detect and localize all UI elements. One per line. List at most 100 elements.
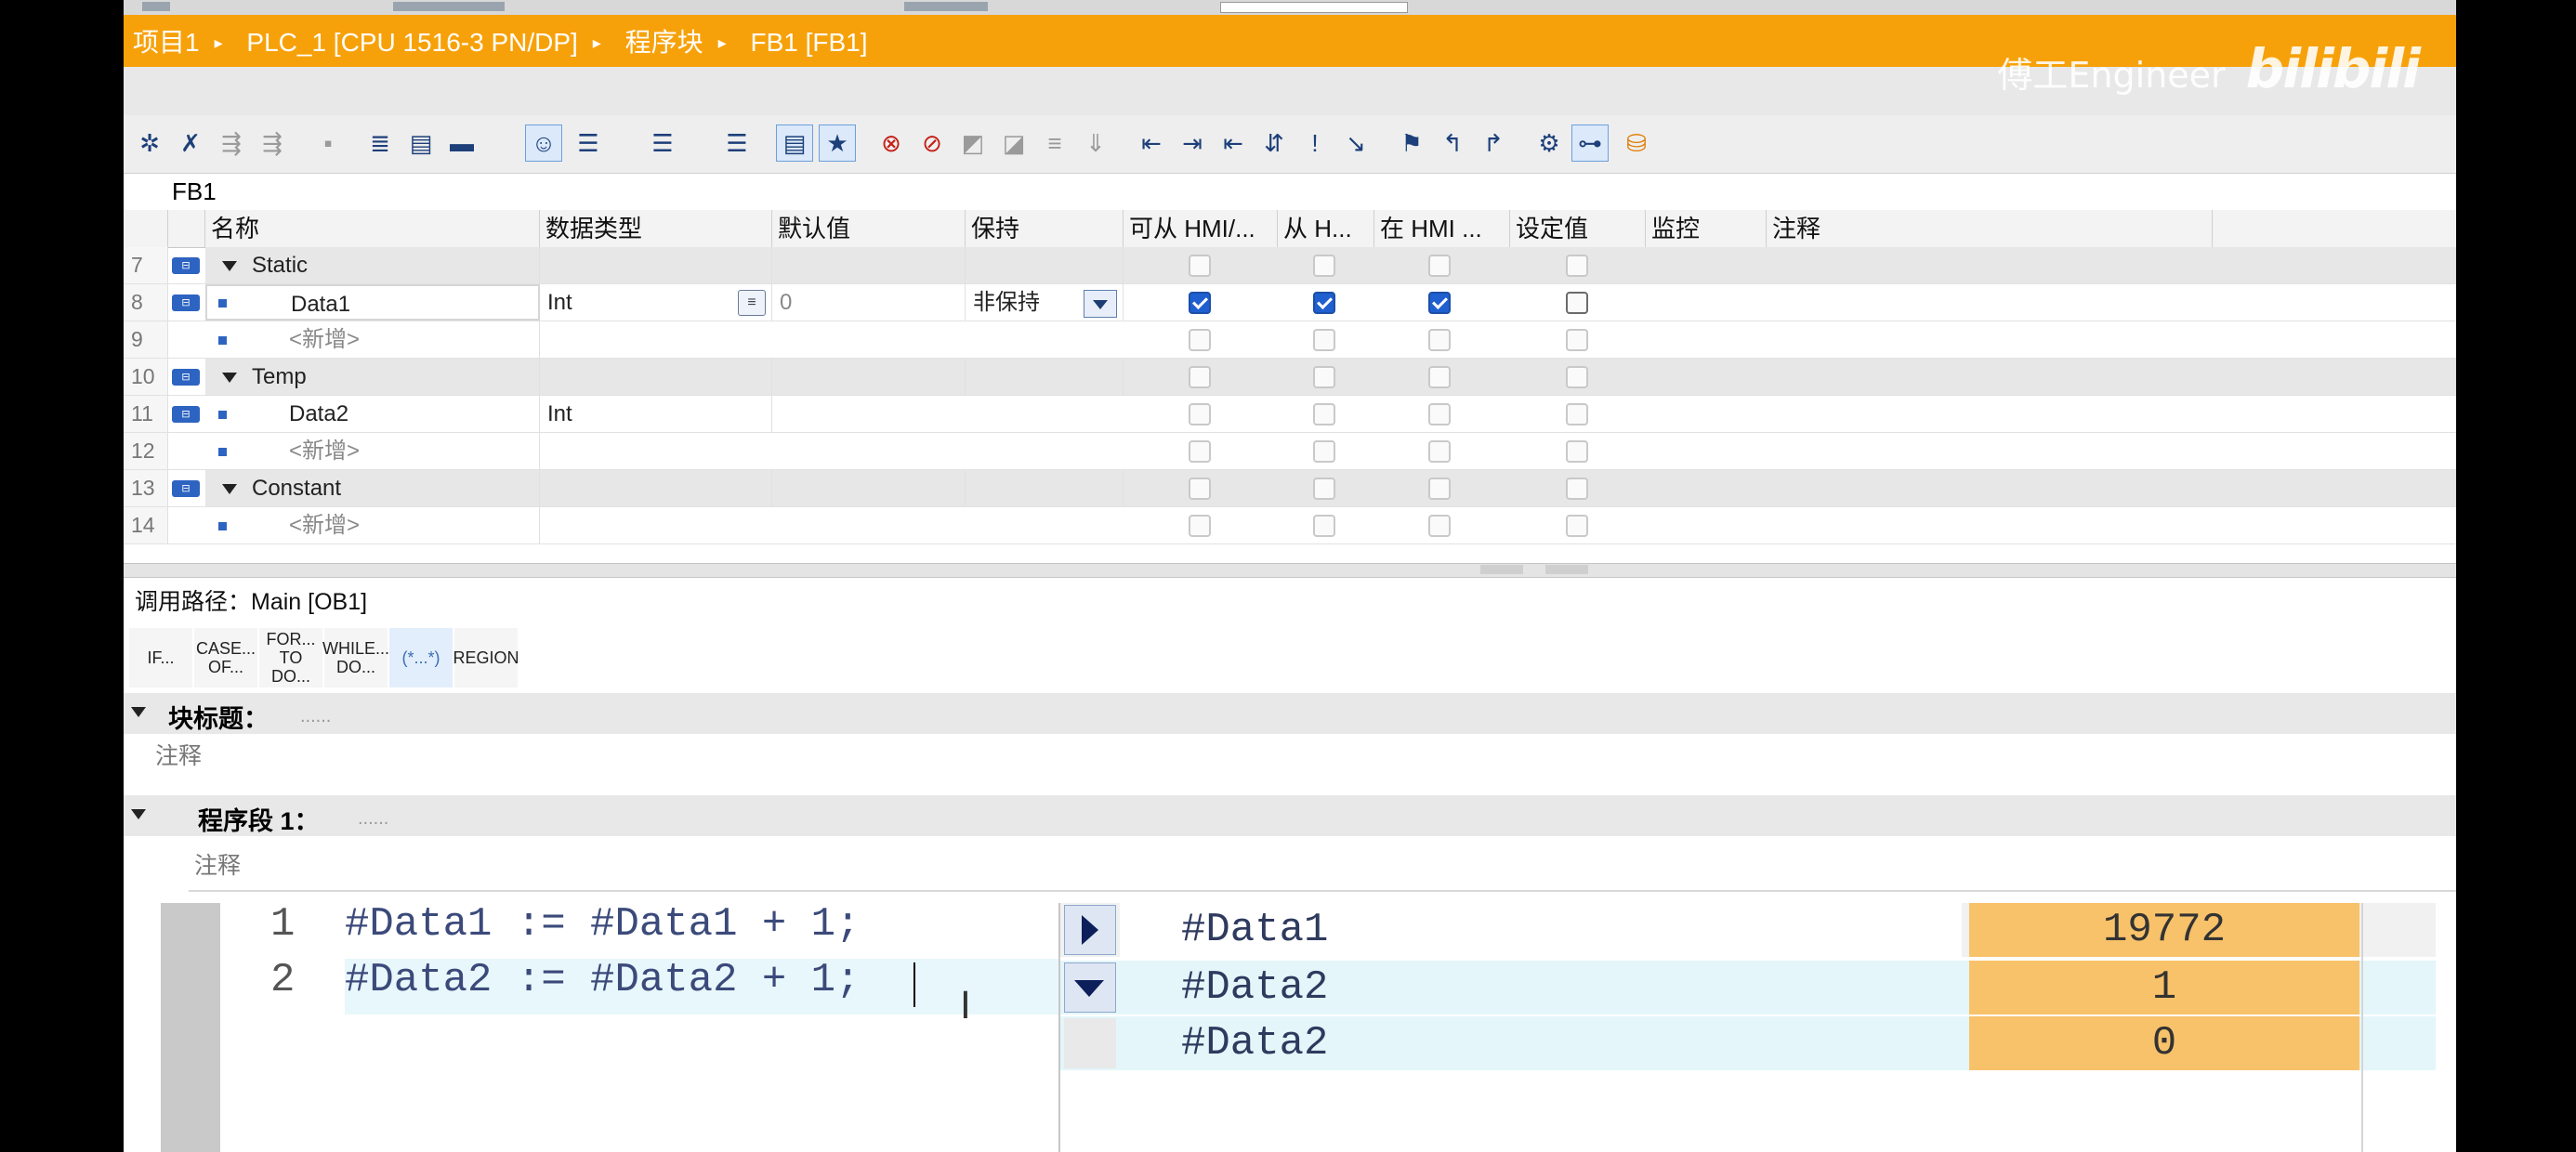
breadcrumb-item-project[interactable]: 项目1 (133, 28, 200, 57)
step-over-icon[interactable]: ⇓ (1077, 124, 1114, 162)
abs-display-icon[interactable]: ▤ (776, 124, 813, 162)
search-field[interactable] (1220, 2, 1408, 13)
monitoring-glasses-icon[interactable]: ⊶ (1571, 124, 1609, 162)
retain-select[interactable]: 非保持 (966, 284, 1124, 321)
header-monitor[interactable]: 监控 (1646, 210, 1767, 247)
insert-row-icon[interactable]: ⇶ (213, 124, 250, 162)
while-keyword-button[interactable]: WHILE... DO... (322, 628, 389, 687)
collapse-arrow-icon[interactable] (222, 484, 237, 494)
add-row-icon[interactable]: ⇶ (254, 124, 291, 162)
setpoint-checkbox[interactable] (1566, 292, 1588, 314)
variable-name-field[interactable]: Data1 (205, 284, 540, 321)
section-name[interactable]: Temp (205, 359, 540, 395)
snapshot-icon[interactable]: ⛁ (1618, 124, 1655, 162)
setpoint-checkbox[interactable] (1566, 478, 1588, 500)
setpoint-checkbox[interactable] (1566, 329, 1588, 351)
header-retain[interactable]: 保持 (966, 210, 1124, 247)
comment-icon[interactable]: ☺ (525, 124, 562, 162)
disable-breakpoint-icon[interactable]: ⊘ (913, 124, 951, 162)
table-row-add[interactable]: 12 <新增> (124, 433, 2456, 470)
breadcrumb-item-fb1[interactable]: FB1 [FB1] (750, 28, 867, 57)
auto-format-icon[interactable]: ⇵ (1255, 124, 1293, 162)
setpoint-checkbox[interactable] (1566, 255, 1588, 277)
block-title-band[interactable]: 块标题： ...... (124, 693, 2456, 734)
increase-indent-icon[interactable]: ⇥ (1174, 124, 1211, 162)
table-icon[interactable]: ▤ (402, 124, 440, 162)
breadcrumb-item-plc[interactable]: PLC_1 [CPU 1516-3 PN/DP] (246, 28, 577, 57)
expand-arrow-icon[interactable] (1064, 905, 1116, 955)
next-bookmark-icon[interactable]: ↱ (1475, 124, 1512, 162)
header-hmi-access[interactable]: 可从 HMI/... (1124, 210, 1278, 247)
pane-splitter[interactable] (124, 563, 2456, 578)
splitter-up-icon[interactable] (1480, 565, 1523, 574)
modify-icon[interactable]: ⚙ (1531, 124, 1568, 162)
block-comment[interactable]: 注释 (155, 738, 202, 771)
add-new-cell[interactable]: <新增> (205, 321, 540, 358)
data-type-field[interactable]: Int (540, 396, 772, 432)
header-data-type[interactable]: 数据类型 (540, 210, 772, 247)
hmi-visible-checkbox[interactable] (1428, 329, 1451, 351)
table-row-add[interactable]: 14 <新增> (124, 507, 2456, 544)
collapse-arrow-icon[interactable] (131, 809, 146, 819)
call-env-icon[interactable]: ◩ (954, 124, 992, 162)
hmi-writable-checkbox[interactable] (1313, 440, 1335, 463)
hmi-access-checkbox[interactable] (1189, 403, 1211, 425)
hmi-access-checkbox[interactable] (1189, 366, 1211, 388)
hmi-visible-checkbox[interactable] (1428, 440, 1451, 463)
hmi-access-checkbox[interactable] (1189, 255, 1211, 277)
collapse-icon[interactable]: ▬ (443, 124, 480, 162)
hmi-access-checkbox[interactable] (1189, 292, 1211, 314)
block-title-placeholder[interactable]: ...... (300, 706, 331, 727)
collapse-arrow-icon[interactable] (222, 373, 237, 383)
align-left-icon[interactable]: ≣ (361, 124, 399, 162)
previous-bookmark-icon[interactable]: ↰ (1434, 124, 1471, 162)
remove-breakpoint-icon[interactable]: ⊗ (873, 124, 910, 162)
hmi-access-checkbox[interactable] (1189, 515, 1211, 537)
favorites-icon[interactable]: ★ (819, 124, 856, 162)
type-picker-icon[interactable]: ≡ (738, 290, 766, 316)
toggle-icon[interactable]: ☰ (644, 124, 681, 162)
network-comment-icon[interactable]: ☰ (570, 124, 607, 162)
section-name[interactable]: Constant (205, 470, 540, 506)
header-name[interactable]: 名称 (205, 210, 540, 247)
toolbar-icons[interactable] (904, 2, 988, 11)
toolbar-icons[interactable] (393, 2, 505, 11)
header-hmi-visible[interactable]: 在 HMI ... (1374, 210, 1510, 247)
collapse-arrow-icon[interactable] (131, 707, 146, 717)
go-to-icon[interactable]: ◪ (995, 124, 1032, 162)
table-row-static[interactable]: 7 ⊟ Static (124, 247, 2456, 284)
case-keyword-button[interactable]: CASE... OF... (194, 628, 258, 687)
step-icon[interactable]: ≡ (1036, 124, 1073, 162)
hmi-visible-checkbox[interactable] (1428, 292, 1451, 314)
hmi-visible-checkbox[interactable] (1428, 366, 1451, 388)
hmi-writable-checkbox[interactable] (1313, 515, 1335, 537)
table-row-temp[interactable]: 10 ⊟ Temp (124, 359, 2456, 396)
monitor-row[interactable]: #Data1 19772 (1060, 903, 2436, 957)
code-line[interactable]: #Data2 := #Data2 + 1; (345, 957, 861, 1003)
hmi-visible-checkbox[interactable] (1428, 255, 1451, 277)
setpoint-checkbox[interactable] (1566, 403, 1588, 425)
monitor-row[interactable]: #Data2 0 (1060, 1016, 2436, 1070)
header-hmi-writable[interactable]: 从 H... (1278, 210, 1374, 247)
hmi-access-checkbox[interactable] (1189, 329, 1211, 351)
comment-keyword-button[interactable]: (*...*) (389, 628, 453, 687)
hmi-access-checkbox[interactable] (1189, 440, 1211, 463)
collapse-arrow-icon[interactable] (1064, 962, 1116, 1013)
for-keyword-button[interactable]: FOR... TO DO... (259, 628, 323, 687)
if-keyword-button[interactable]: IF... (129, 628, 193, 687)
hmi-writable-checkbox[interactable] (1313, 403, 1335, 425)
add-new-cell[interactable]: <新增> (205, 433, 540, 469)
uncomment-icon[interactable]: ↘ (1337, 124, 1374, 162)
table-row-data1[interactable]: 8 ⊟ Data1 Int ≡ 0 非保持 (124, 284, 2456, 321)
call-path-value[interactable]: Main [OB1] (251, 589, 367, 615)
decrease-indent-icon[interactable]: ⇤ (1215, 124, 1252, 162)
hmi-visible-checkbox[interactable] (1428, 403, 1451, 425)
network-comment-area[interactable]: 注释 (189, 842, 2456, 892)
list-icon[interactable]: ☰ (718, 124, 756, 162)
hmi-writable-checkbox[interactable] (1313, 255, 1335, 277)
menu-icon[interactable] (142, 2, 170, 11)
header-setpoint[interactable]: 设定值 (1510, 210, 1646, 247)
code-line[interactable]: #Data1 := #Data1 + 1; (345, 901, 861, 948)
open-block-icon[interactable]: ▪ (309, 124, 347, 162)
splitter-down-icon[interactable] (1545, 565, 1588, 574)
